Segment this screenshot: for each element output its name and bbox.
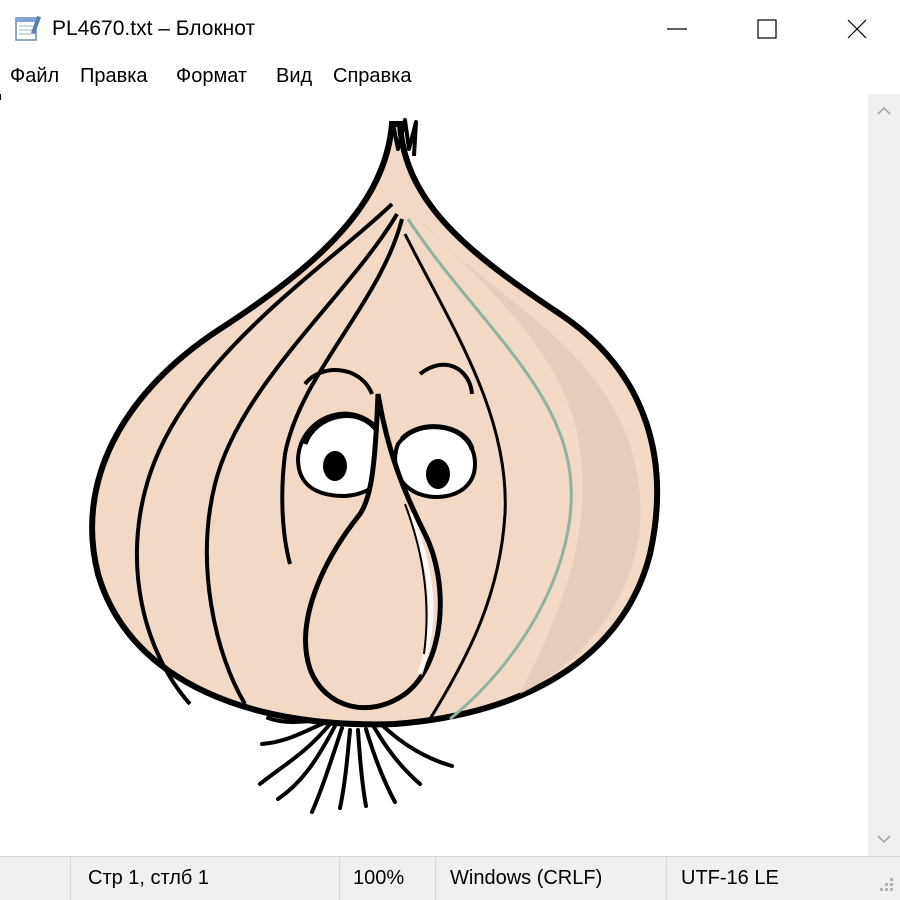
text-caret: [0, 94, 1, 100]
menu-view[interactable]: Вид: [274, 63, 314, 89]
scroll-down-button[interactable]: [868, 822, 900, 856]
right-eye: [393, 424, 478, 499]
status-separator: [435, 857, 436, 900]
status-cursor-position: Стр 1, стлб 1: [88, 867, 210, 889]
menu-help[interactable]: Справка: [331, 63, 413, 89]
status-line-ending: Windows (CRLF): [450, 867, 603, 889]
menu-file[interactable]: Файл: [8, 63, 61, 89]
status-zoom: 100%: [353, 867, 405, 889]
roots: [258, 716, 454, 814]
maximize-button[interactable]: [722, 0, 812, 58]
window-title: PL4670.txt – Блокнот: [52, 17, 256, 40]
menu-format[interactable]: Формат: [174, 63, 249, 89]
status-separator: [339, 857, 340, 900]
menu-edit[interactable]: Правка: [78, 63, 150, 89]
status-bar: Стр 1, стлб 1 100% Windows (CRLF) UTF-16…: [0, 856, 900, 900]
status-separator: [70, 857, 71, 900]
maximize-icon: [757, 19, 777, 39]
title-bar[interactable]: PL4670.txt – Блокнот: [0, 0, 900, 58]
text-editor-area[interactable]: [0, 94, 868, 856]
chevron-up-icon: [877, 106, 891, 115]
status-separator: [666, 857, 667, 900]
close-icon: [847, 19, 867, 39]
minimize-button[interactable]: [632, 0, 722, 58]
onion-character-drawing: [89, 118, 661, 814]
vertical-scrollbar[interactable]: [868, 94, 900, 856]
resize-grip-icon[interactable]: [874, 872, 896, 894]
minimize-icon: [667, 28, 687, 30]
scroll-up-button[interactable]: [868, 94, 900, 128]
menu-bar: Файл Правка Формат Вид Справка: [0, 58, 900, 94]
close-button[interactable]: [812, 0, 900, 58]
notepad-icon: [15, 15, 41, 41]
onion-body: [89, 118, 661, 728]
chevron-down-icon: [877, 835, 891, 844]
status-encoding: UTF-16 LE: [681, 867, 779, 889]
